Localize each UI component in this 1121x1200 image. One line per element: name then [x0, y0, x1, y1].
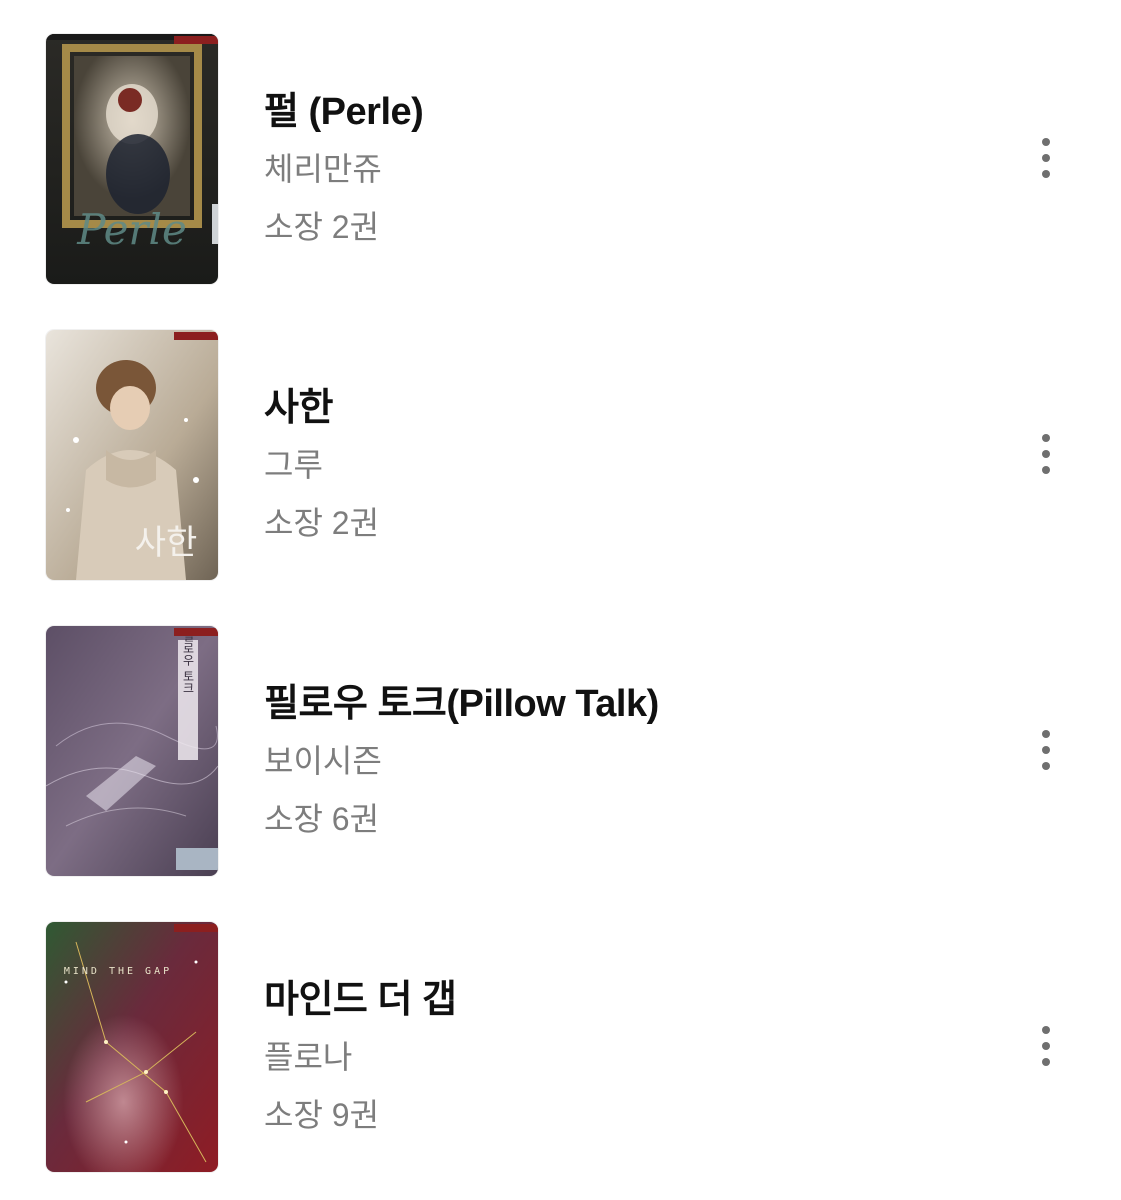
cover-art-perle: Perle [46, 34, 218, 284]
cover-art-mind-the-gap: MIND THE GAP [46, 922, 218, 1172]
more-options-button[interactable] [1026, 130, 1066, 186]
book-cover-pillow-talk[interactable]: 필로우 토크 [46, 626, 218, 876]
book-item-sahan[interactable]: 사한 사한 그루 소장 2권 [0, 330, 1121, 582]
owned-count: 소장 6권 [264, 801, 380, 837]
cover-title-pillow-talk: 필로우 토크 [181, 630, 195, 694]
book-author: 보이시즌 [264, 743, 382, 779]
book-cover-mind-the-gap[interactable]: MIND THE GAP [46, 922, 218, 1172]
book-item-mind-the-gap[interactable]: MIND THE GAP 마인드 더 갭 플로나 소장 9권 [0, 922, 1121, 1174]
book-cover-perle[interactable]: Perle [46, 34, 218, 284]
cover-title-mind-the-gap: MIND THE GAP [64, 966, 172, 977]
book-item-pillow-talk[interactable]: 필로우 토크 필로우 토크(Pillow Talk) 보이시즌 소장 6권 [0, 626, 1121, 878]
cover-title-perle: Perle [76, 205, 187, 254]
cover-art-sahan: 사한 [46, 330, 218, 580]
book-title: 마인드 더 갭 [264, 979, 457, 1021]
book-cover-sahan[interactable]: 사한 [46, 330, 218, 580]
book-item-perle[interactable]: Perle 펄 (Perle) 체리만쥬 소장 2권 [0, 34, 1121, 286]
more-options-button[interactable] [1026, 1018, 1066, 1074]
book-title: 필로우 토크(Pillow Talk) [264, 683, 659, 725]
owned-count: 소장 9권 [264, 1097, 380, 1133]
book-title: 펄 (Perle) [264, 91, 424, 133]
book-author: 플로나 [264, 1039, 353, 1075]
owned-count: 소장 2권 [264, 505, 380, 541]
book-author: 그루 [264, 447, 323, 483]
book-list: Perle 펄 (Perle) 체리만쥬 소장 2권 사한 사한 그루 소장 2… [0, 0, 1121, 1200]
owned-count: 소장 2권 [264, 209, 380, 245]
book-author: 체리만쥬 [264, 151, 382, 187]
book-title: 사한 [264, 387, 333, 429]
more-options-button[interactable] [1026, 722, 1066, 778]
cover-art-pillow-talk: 필로우 토크 [46, 626, 218, 876]
more-options-button[interactable] [1026, 426, 1066, 482]
cover-title-sahan: 사한 [135, 523, 198, 563]
